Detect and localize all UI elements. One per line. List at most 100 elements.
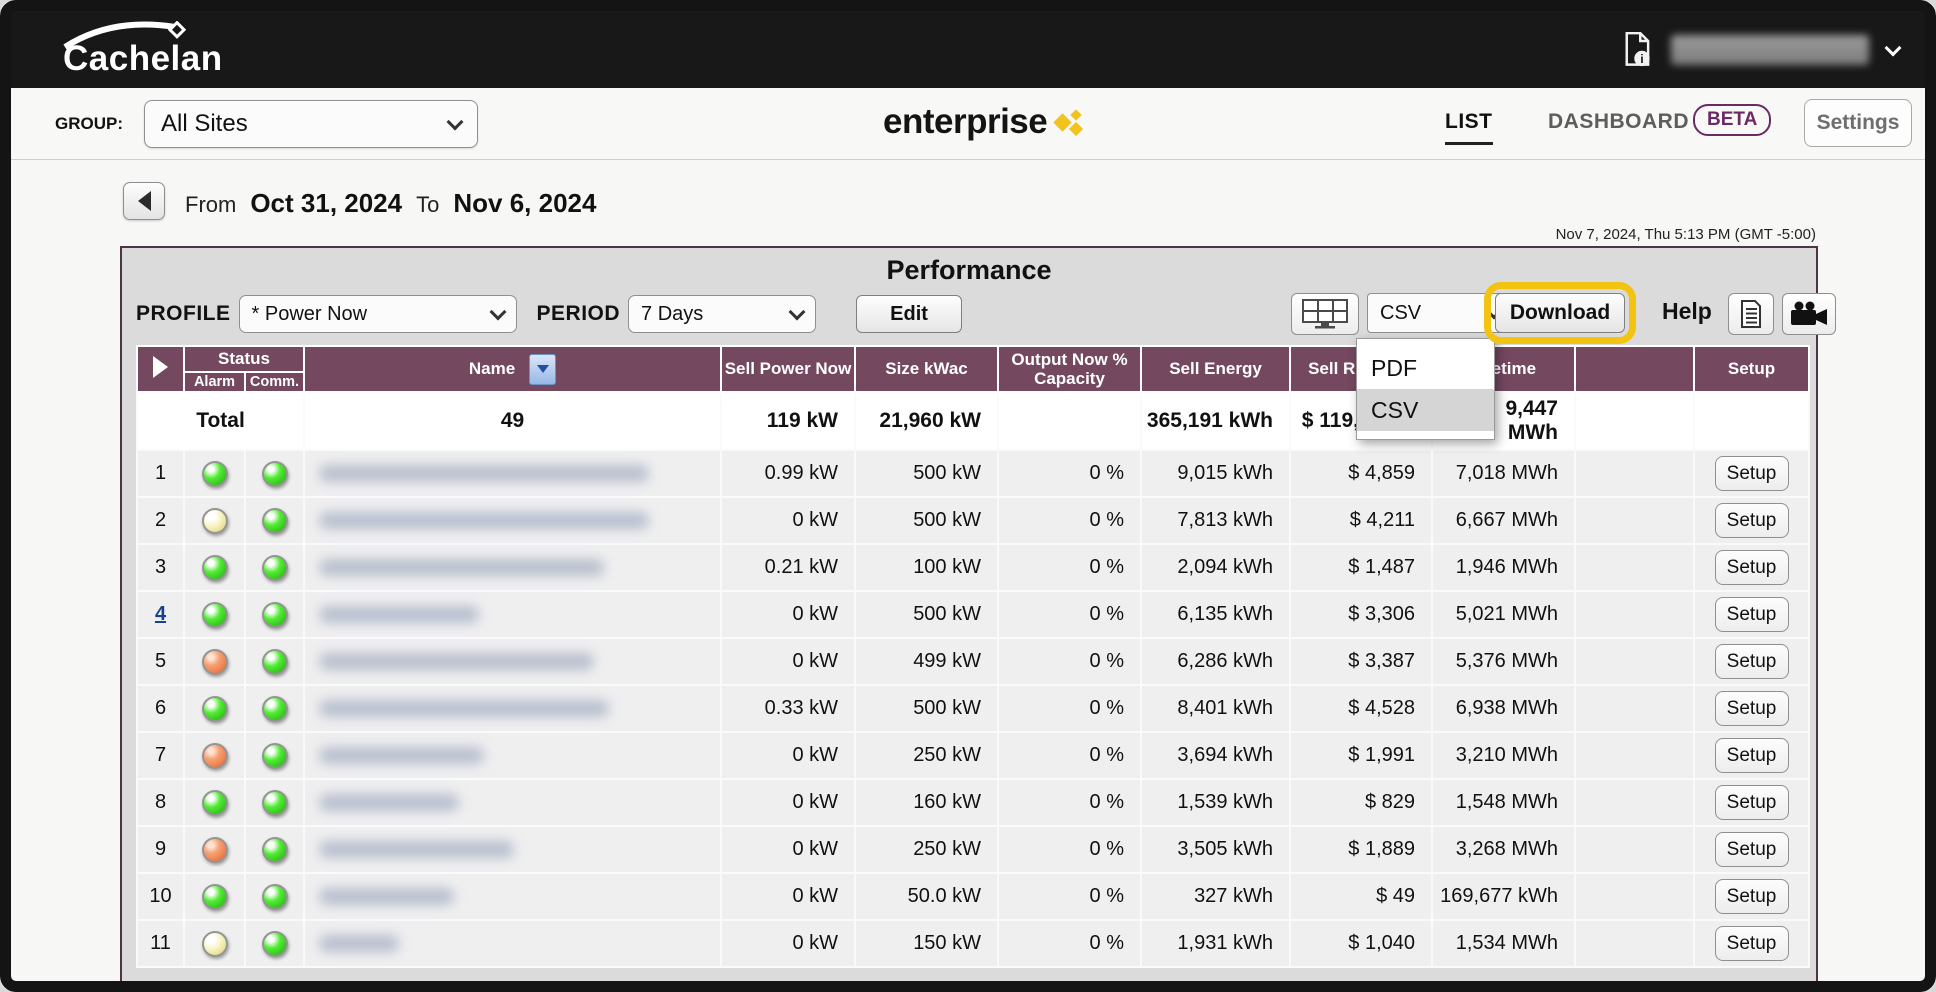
site-name-blurred[interactable] [304, 685, 721, 732]
sell-power-now-value: 0 kW [721, 497, 855, 544]
size-kwac-value: 500 kW [855, 450, 998, 497]
format-option-csv[interactable]: CSV [1357, 389, 1494, 431]
sell-energy-value: 327 kWh [1141, 873, 1290, 920]
group-select[interactable]: All Sites [144, 100, 478, 148]
group-chevron-down-icon [447, 114, 464, 131]
site-name-blurred[interactable] [304, 732, 721, 779]
settings-button[interactable]: Settings [1804, 99, 1912, 147]
setup-button[interactable]: Setup [1715, 456, 1789, 491]
size-kwac-value: 50.0 kW [855, 873, 998, 920]
output-now-header[interactable]: Output Now % Capacity [998, 346, 1141, 392]
profile-select[interactable]: * Power Now [239, 295, 517, 333]
comm-status-cell [245, 920, 304, 967]
comm-led-green [262, 696, 288, 722]
help-document-button[interactable] [1728, 293, 1774, 335]
setup-button[interactable]: Setup [1715, 832, 1789, 867]
back-arrow-icon [138, 191, 151, 211]
sell-energy-value: 6,135 kWh [1141, 591, 1290, 638]
status-header[interactable]: Status [184, 346, 304, 372]
comm-led-green [262, 790, 288, 816]
site-name-blurred[interactable] [304, 873, 721, 920]
download-button[interactable]: Download [1495, 293, 1625, 333]
help-video-button[interactable] [1782, 293, 1836, 335]
table-view-button[interactable] [1291, 293, 1359, 335]
size-kwac-value: 500 kW [855, 497, 998, 544]
comm-status-cell [245, 779, 304, 826]
row-index: 5 [137, 638, 184, 685]
site-name-blurred[interactable] [304, 920, 721, 967]
size-kwac-value: 500 kW [855, 591, 998, 638]
name-sort-button[interactable] [529, 354, 556, 385]
site-name-blurred[interactable] [304, 638, 721, 685]
lifetime-value: 3,210 MWh [1432, 732, 1575, 779]
site-row: 70 kW250 kW0 %3,694 kWh$ 1,9913,210 MWhS… [137, 732, 1809, 779]
report-info-icon[interactable]: i [1623, 32, 1653, 68]
setup-button[interactable]: Setup [1715, 785, 1789, 820]
size-kwac-value: 499 kW [855, 638, 998, 685]
alarm-status-cell [184, 638, 245, 685]
output-now-pct-value: 0 % [998, 685, 1141, 732]
site-row: 60.33 kW500 kW0 %8,401 kWh$ 4,5286,938 M… [137, 685, 1809, 732]
sell-energy-header[interactable]: Sell Energy [1141, 346, 1290, 392]
setup-button[interactable]: Setup [1715, 644, 1789, 679]
site-row: 30.21 kW100 kW0 %2,094 kWh$ 1,4871,946 M… [137, 544, 1809, 591]
tab-list[interactable]: LIST [1445, 110, 1493, 145]
output-now-pct-value: 0 % [998, 873, 1141, 920]
comm-led-green [262, 555, 288, 581]
name-header[interactable]: Name [304, 346, 721, 392]
setup-button[interactable]: Setup [1715, 691, 1789, 726]
blank-cell [1575, 544, 1694, 591]
size-kwac-value: 250 kW [855, 732, 998, 779]
row-index: 1 [137, 450, 184, 497]
previous-period-button[interactable] [123, 182, 165, 220]
site-name-blurred[interactable] [304, 591, 721, 638]
row-index[interactable]: 4 [137, 591, 184, 638]
format-option-pdf[interactable]: PDF [1357, 347, 1494, 389]
blurred-name [319, 747, 484, 764]
sell-revenue-value: $ 1,991 [1290, 732, 1432, 779]
size-kwac-value: 250 kW [855, 826, 998, 873]
account-chevron-down-icon[interactable] [1885, 39, 1902, 56]
alarm-led-green [202, 884, 228, 910]
row-index-link[interactable]: 4 [155, 603, 166, 625]
account-name-blurred[interactable] [1671, 35, 1869, 65]
app-window: Cachelan i GROUP: All Sites enterprise L… [0, 0, 1936, 992]
alarm-subheader[interactable]: Alarm [184, 372, 245, 393]
setup-button[interactable]: Setup [1715, 879, 1789, 914]
site-name-blurred[interactable] [304, 497, 721, 544]
enterprise-logo: enterprise [883, 102, 1085, 142]
output-now-pct-value: 0 % [998, 920, 1141, 967]
comm-subheader[interactable]: Comm. [245, 372, 304, 393]
tab-dashboard[interactable]: DASHBOARD [1548, 110, 1689, 134]
blank-cell [1575, 591, 1694, 638]
format-dropdown-menu: PDFCSV [1356, 338, 1495, 440]
size-kwac-header[interactable]: Size kWac [855, 346, 998, 392]
sell-power-now-header[interactable]: Sell Power Now [721, 346, 855, 392]
row-index: 6 [137, 685, 184, 732]
download-format-value: CSV [1380, 302, 1421, 325]
site-name-blurred[interactable] [304, 779, 721, 826]
setup-button[interactable]: Setup [1715, 597, 1789, 632]
site-name-blurred[interactable] [304, 450, 721, 497]
row-index: 11 [137, 920, 184, 967]
sell-power-now-value: 0.21 kW [721, 544, 855, 591]
setup-button[interactable]: Setup [1715, 550, 1789, 585]
alarm-led-green [202, 602, 228, 628]
comm-status-cell [245, 826, 304, 873]
edit-button[interactable]: Edit [856, 295, 962, 333]
enterprise-logo-text: enterprise [883, 102, 1047, 142]
output-now-pct-value: 0 % [998, 450, 1141, 497]
sell-energy-value: 6,286 kWh [1141, 638, 1290, 685]
period-select[interactable]: 7 Days [628, 295, 816, 333]
comm-led-green [262, 884, 288, 910]
help-label[interactable]: Help [1662, 298, 1712, 325]
setup-button[interactable]: Setup [1715, 926, 1789, 961]
sell-revenue-value: $ 4,211 [1290, 497, 1432, 544]
site-name-blurred[interactable] [304, 544, 721, 591]
sell-revenue-value: $ 1,889 [1290, 826, 1432, 873]
setup-cell: Setup [1694, 497, 1809, 544]
setup-button[interactable]: Setup [1715, 503, 1789, 538]
blurred-name [319, 888, 454, 905]
setup-button[interactable]: Setup [1715, 738, 1789, 773]
site-name-blurred[interactable] [304, 826, 721, 873]
